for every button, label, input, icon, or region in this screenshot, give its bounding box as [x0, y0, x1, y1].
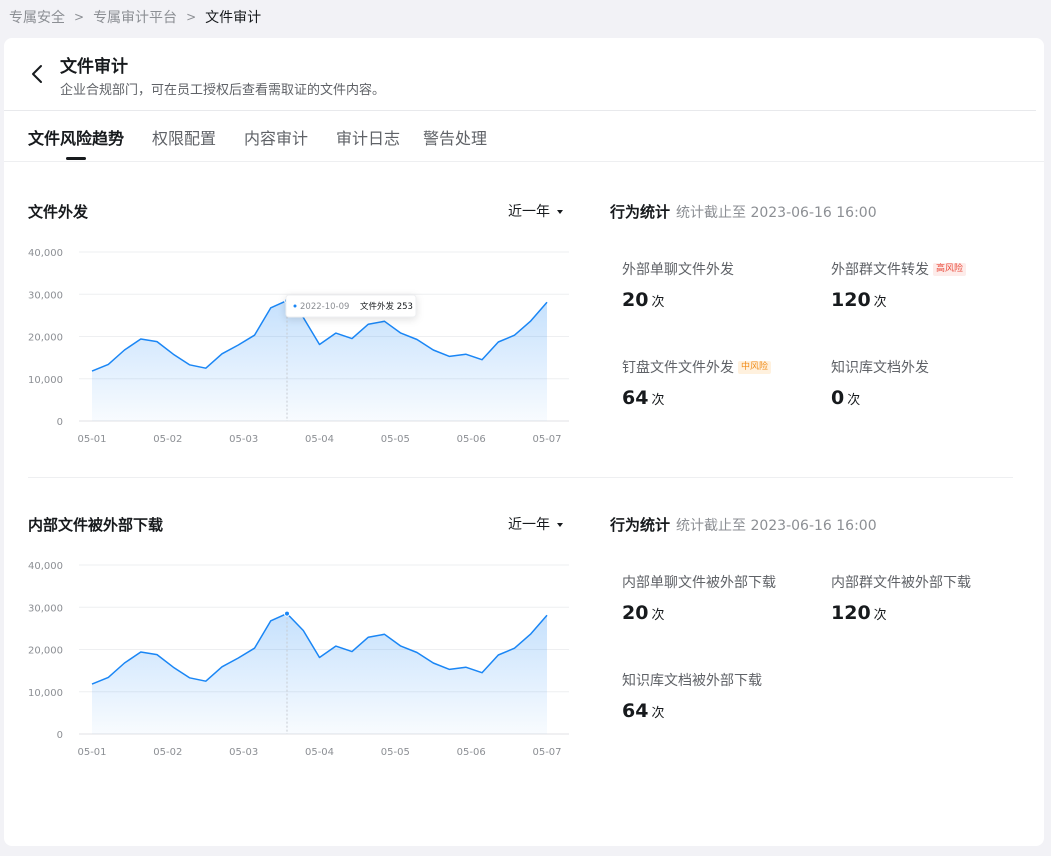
x-tick-label: 05-02 [153, 434, 182, 445]
x-tick-label: 05-04 [305, 434, 334, 445]
section-title-file-outbound: 文件外发 [28, 203, 89, 221]
page-title: 文件审计 [60, 57, 128, 77]
tab-active-indicator [66, 157, 86, 160]
stats-header-2: 行为统计 统计截止至 2023-06-16 16:00 [610, 514, 877, 535]
x-tick-label: 05-06 [457, 747, 486, 758]
metric-label: 内部群文件被外部下载 [831, 575, 971, 591]
breadcrumb-item-security[interactable]: 专属安全 [9, 7, 65, 27]
x-tick-label: 05-03 [229, 434, 258, 445]
metric-unit: 次 [847, 393, 861, 408]
tab-bar: 文件风险趋势 权限配置 内容审计 审计日志 警告处理 [4, 111, 1044, 161]
x-tick-label: 05-05 [381, 434, 410, 445]
breadcrumb: 专属安全 > 专属审计平台 > 文件审计 [9, 6, 261, 28]
caret-down-icon [557, 210, 563, 214]
metric-external-group-forward: 外部群文件转发 高风险 120 次 [831, 259, 967, 313]
breadcrumb-current: 文件审计 [205, 10, 262, 26]
metric-internal-group-download: 内部群文件被外部下载 120 次 [831, 572, 971, 626]
stats-header-1: 行为统计 统计截止至 2023-06-16 16:00 [610, 201, 877, 222]
tab-alert-handling[interactable]: 警告处理 [423, 125, 487, 149]
page-description: 企业合规部门，可在员工授权后查看需取证的文件内容。 [60, 83, 386, 98]
x-tick-label: 05-07 [532, 747, 561, 758]
metric-value: 64 [622, 700, 649, 722]
metric-label: 外部群文件转发 [831, 262, 929, 278]
chevron-right-icon: > [186, 10, 197, 24]
x-tick-label: 05-03 [229, 747, 258, 758]
x-tick-label: 05-04 [305, 747, 334, 758]
y-tick-label: 10,000 [28, 375, 63, 386]
metric-label: 钉盘文件文件外发 [622, 360, 734, 376]
tooltip-date: 2022-10-09 [300, 302, 349, 312]
y-tick-label: 30,000 [28, 603, 63, 614]
caret-down-icon [557, 523, 563, 527]
tab-file-risk-trend[interactable]: 文件风险趋势 [28, 125, 124, 149]
internal-file-download-chart[interactable]: 40,000 30,000 20,000 10,000 0 05-01 05-02 05-03… [24, 551, 574, 771]
metric-unit: 次 [873, 295, 887, 310]
metric-internal-chat-download: 内部单聊文件被外部下载 20 次 [622, 572, 776, 626]
chevron-left-icon [32, 65, 42, 83]
page-header: 文件审计 企业合规部门，可在员工授权后查看需取证的文件内容。 [4, 38, 1044, 110]
highlight-point [284, 610, 290, 617]
breadcrumb-item-audit-platform[interactable]: 专属审计平台 [93, 7, 177, 27]
section-title-internal-file-downloads: 内部文件被外部下载 [28, 516, 164, 534]
y-tick-label: 0 [57, 417, 63, 428]
metric-unit: 次 [651, 706, 665, 721]
metric-label: 知识库文档外发 [831, 360, 929, 376]
metric-knowledge-doc-download: 知识库文档被外部下载 64 次 [622, 670, 762, 724]
x-tick-label: 05-02 [153, 747, 182, 758]
metric-value: 20 [622, 602, 649, 624]
metric-label: 外部单聊文件外发 [622, 262, 734, 278]
range-select-2[interactable]: 近一年 [508, 514, 563, 534]
metric-unit: 次 [651, 608, 665, 623]
x-tick-label: 05-06 [457, 434, 486, 445]
x-tick-label: 05-05 [381, 747, 410, 758]
metric-unit: 次 [651, 393, 665, 408]
metric-unit: 次 [873, 608, 887, 623]
metric-label: 知识库文档被外部下载 [622, 673, 762, 689]
tab-content-audit[interactable]: 内容审计 [244, 125, 308, 149]
mid-risk-badge: 中风险 [738, 360, 772, 374]
metric-label: 内部单聊文件被外部下载 [622, 575, 776, 591]
y-tick-label: 0 [57, 730, 63, 741]
metric-drive-file-outbound: 钉盘文件文件外发 中风险 64 次 [622, 357, 772, 411]
tooltip-marker [293, 304, 297, 308]
tab-audit-log[interactable]: 审计日志 [336, 125, 400, 149]
x-tick-label: 05-07 [532, 434, 561, 445]
metric-value: 64 [622, 387, 649, 409]
tooltip-value: 文件外发 253 [360, 301, 413, 312]
x-tick-label: 05-01 [77, 434, 106, 445]
x-tick-label: 05-01 [77, 747, 106, 758]
range-select-label: 近一年 [508, 517, 550, 533]
metric-value: 120 [831, 602, 871, 624]
metric-value: 120 [831, 289, 871, 311]
metric-knowledge-doc-outbound: 知识库文档外发 0次 [831, 357, 929, 411]
chevron-right-icon: > [74, 10, 85, 24]
series-area [92, 613, 547, 734]
stats-title: 行为统计 [610, 516, 671, 534]
main-card: 文件审计 企业合规部门，可在员工授权后查看需取证的文件内容。 文件风险趋势 权限… [4, 38, 1044, 846]
chart-tooltip: 2022-10-09 文件外发 253 [285, 294, 417, 318]
stats-timestamp: 统计截止至 2023-06-16 16:00 [676, 518, 877, 534]
range-select-1[interactable]: 近一年 [508, 201, 563, 221]
stats-timestamp: 统计截止至 2023-06-16 16:00 [676, 205, 877, 221]
tab-divider [4, 161, 1044, 162]
y-tick-label: 30,000 [28, 290, 63, 301]
back-button[interactable] [28, 62, 48, 86]
tab-permission-config[interactable]: 权限配置 [152, 125, 216, 149]
high-risk-badge: 高风险 [933, 262, 967, 276]
stats-title: 行为统计 [610, 203, 671, 221]
file-outbound-chart[interactable]: 40,000 30,000 20,000 10,000 0 05-01 05-02 05-03… [24, 238, 574, 458]
y-tick-label: 20,000 [28, 646, 63, 657]
y-tick-label: 40,000 [28, 248, 63, 259]
metric-value: 0 [831, 387, 845, 409]
y-tick-label: 40,000 [28, 561, 63, 572]
y-tick-label: 20,000 [28, 333, 63, 344]
section-divider [28, 477, 1013, 478]
metric-external-chat-outbound: 外部单聊文件外发 20 次 [622, 259, 734, 313]
metric-unit: 次 [651, 295, 665, 310]
series-area [92, 300, 547, 421]
metric-value: 20 [622, 289, 649, 311]
range-select-label: 近一年 [508, 204, 550, 220]
y-tick-label: 10,000 [28, 688, 63, 699]
